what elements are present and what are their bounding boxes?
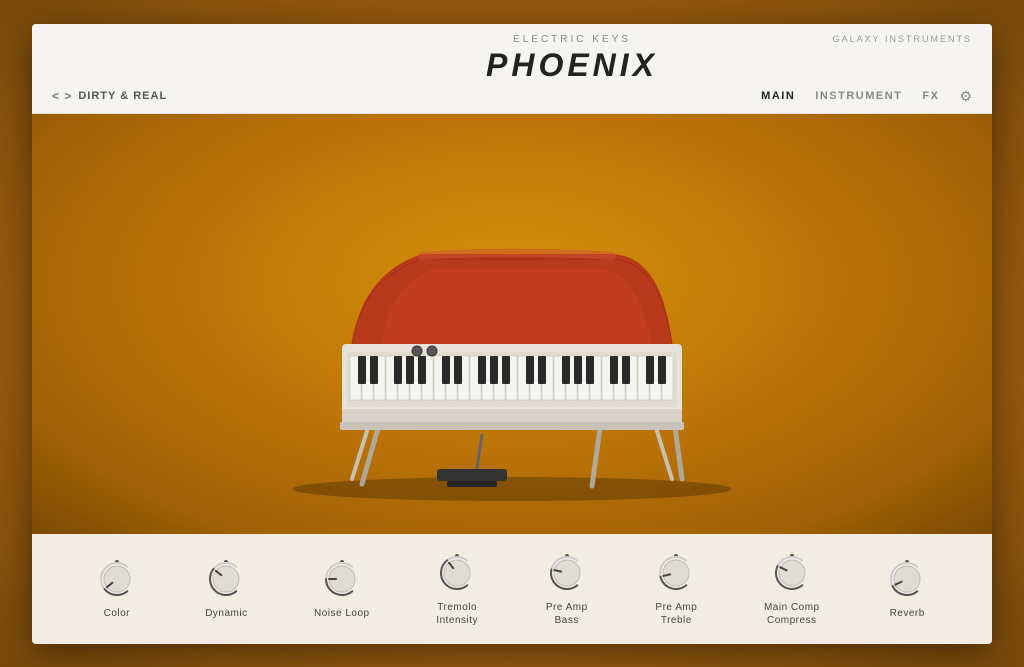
knob-label-reverb: Reverb: [890, 607, 925, 620]
controls-bar: Color Dynamic Noise Loop: [32, 534, 992, 644]
knob-label-tremolo_intensity: Tremolo Intensity: [436, 601, 478, 627]
knob-label-line: Bass: [555, 615, 579, 626]
knob-label-pre_amp_treble: Pre Amp Treble: [655, 601, 697, 627]
tab-main[interactable]: MAIN: [761, 90, 795, 102]
knob-label-line: Main Comp: [764, 602, 820, 613]
knob-label-noise_loop: Noise Loop: [314, 607, 370, 620]
tab-instrument[interactable]: INSTRUMENT: [815, 90, 902, 102]
galaxy-label: GALAXY INSTRUMENTS: [833, 34, 972, 44]
nav-arrows: < >: [52, 89, 72, 103]
knob-label-line: Reverb: [890, 608, 925, 619]
knob-label-line: Tremolo: [437, 602, 477, 613]
knob-tremolo_intensity[interactable]: Tremolo Intensity: [435, 551, 479, 627]
title-text: PHOENIX: [172, 47, 972, 84]
knob-label-line: Intensity: [436, 615, 478, 626]
nav-bar: < > DIRTY & REAL MAIN INSTRUMENT FX ⚙: [52, 88, 972, 105]
preset-name: DIRTY & REAL: [78, 90, 167, 102]
plugin-window: ELECTRIC KEYS PHOENIX GALAXY INSTRUMENTS…: [32, 24, 992, 644]
settings-icon[interactable]: ⚙: [959, 88, 972, 105]
header: ELECTRIC KEYS PHOENIX GALAXY INSTRUMENTS…: [32, 24, 992, 114]
knob-label-line: Treble: [661, 615, 692, 626]
knob-label-line: Noise Loop: [314, 608, 370, 619]
knob-dynamic[interactable]: Dynamic: [204, 557, 248, 620]
knob-label-main_comp_compress: Main Comp Compress: [764, 601, 820, 627]
preset-nav[interactable]: < > DIRTY & REAL: [52, 89, 167, 103]
knob-label-line: Pre Amp: [655, 602, 697, 613]
knob-label-line: Pre Amp: [546, 602, 588, 613]
knob-label-pre_amp_bass: Pre Amp Bass: [546, 601, 588, 627]
knob-label-color: Color: [104, 607, 130, 620]
knob-reverb[interactable]: Reverb: [885, 557, 929, 620]
knob-pre_amp_bass[interactable]: Pre Amp Bass: [545, 551, 589, 627]
knob-label-line: Compress: [767, 615, 817, 626]
main-content: [32, 114, 992, 534]
outer-bg: ELECTRIC KEYS PHOENIX GALAXY INSTRUMENTS…: [0, 0, 1024, 667]
knob-noise_loop[interactable]: Noise Loop: [314, 557, 370, 620]
knob-pre_amp_treble[interactable]: Pre Amp Treble: [654, 551, 698, 627]
knob-label-line: Color: [104, 608, 130, 619]
knob-label-line: Dynamic: [205, 608, 247, 619]
nav-tabs: MAIN INSTRUMENT FX ⚙: [761, 88, 972, 105]
tab-fx[interactable]: FX: [922, 90, 939, 102]
piano-svg: [222, 134, 802, 514]
piano-image: [222, 134, 802, 514]
knob-label-dynamic: Dynamic: [205, 607, 247, 620]
knob-main_comp_compress[interactable]: Main Comp Compress: [764, 551, 820, 627]
knob-color[interactable]: Color: [95, 557, 139, 620]
